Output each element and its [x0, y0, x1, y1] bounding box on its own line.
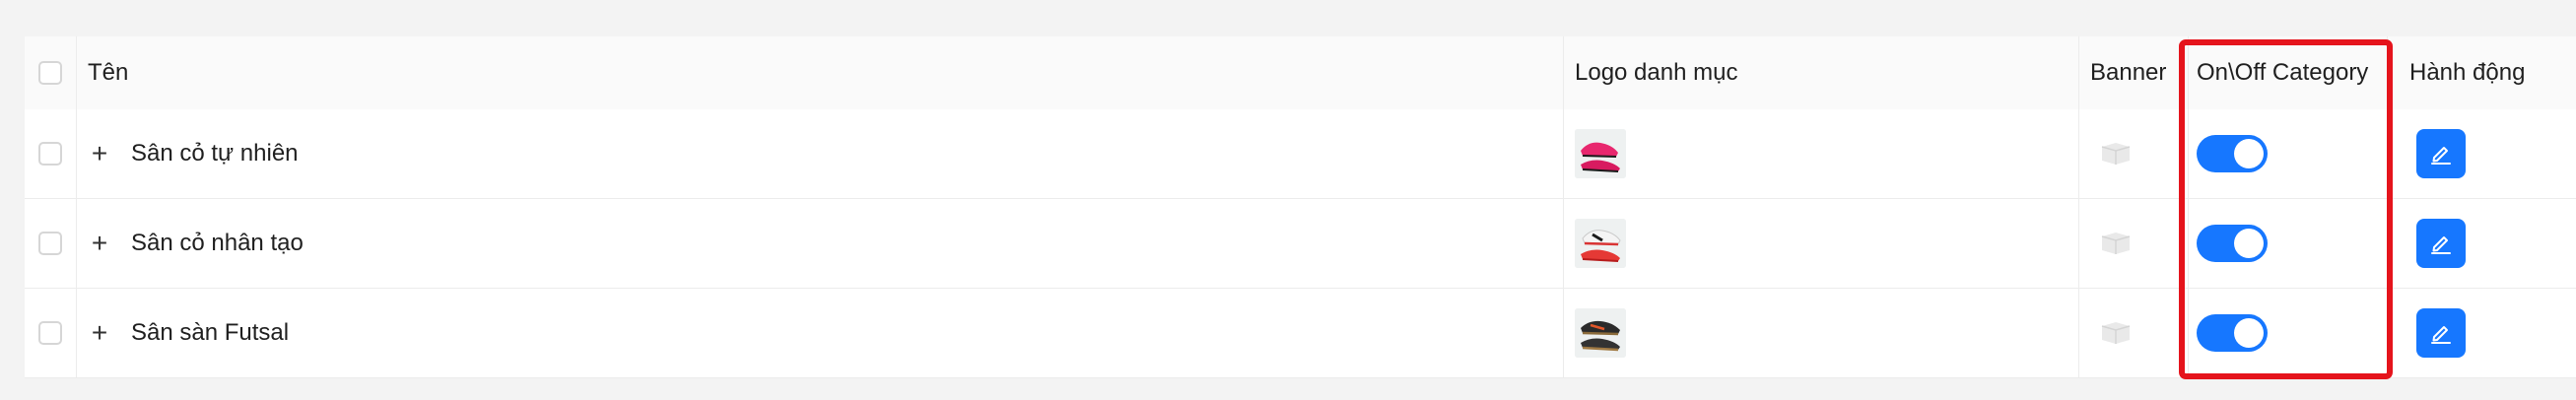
category-name: Sân cỏ nhân tạo — [131, 230, 304, 256]
expand-icon[interactable]: + — [88, 230, 111, 257]
pencil-icon — [2431, 147, 2451, 165]
pink-soccer-cleats-image — [1575, 129, 1626, 178]
row-checkbox[interactable] — [38, 232, 62, 255]
table-row: + Sân cỏ tự nhiên — [25, 109, 2576, 199]
edit-button[interactable] — [2416, 308, 2466, 358]
column-header-actions: Hành động — [2409, 59, 2526, 86]
edit-button[interactable] — [2416, 219, 2466, 268]
column-header-banner: Banner — [2090, 59, 2167, 86]
category-table: Tên Logo danh mục Banner On\Off Category… — [25, 36, 2576, 378]
table-row: + Sân sàn Futsal — [25, 289, 2576, 378]
row-checkbox[interactable] — [38, 321, 62, 345]
category-name: Sân sàn Futsal — [131, 319, 290, 346]
pencil-icon — [2431, 236, 2451, 254]
row-checkbox[interactable] — [38, 142, 62, 166]
white-red-soccer-cleats-image — [1575, 219, 1626, 268]
table-row: + Sân cỏ nhân tạo — [25, 199, 2576, 289]
category-name: Sân cỏ tự nhiên — [131, 140, 299, 167]
placeholder-image-icon — [2098, 141, 2134, 167]
category-toggle[interactable] — [2197, 225, 2268, 262]
column-header-logo: Logo danh mục — [1575, 59, 1738, 86]
edit-button[interactable] — [2416, 129, 2466, 178]
category-toggle[interactable] — [2197, 314, 2268, 352]
table-header: Tên Logo danh mục Banner On\Off Category… — [25, 36, 2576, 110]
placeholder-image-icon — [2098, 320, 2134, 346]
expand-icon[interactable]: + — [88, 319, 111, 347]
column-header-status: On\Off Category — [2197, 59, 2369, 86]
category-toggle[interactable] — [2197, 135, 2268, 172]
placeholder-image-icon — [2098, 231, 2134, 256]
expand-icon[interactable]: + — [88, 140, 111, 167]
column-header-name[interactable]: Tên — [88, 59, 128, 87]
pencil-icon — [2431, 326, 2451, 344]
dark-futsal-shoes-image — [1575, 308, 1626, 358]
select-all-checkbox[interactable] — [38, 61, 62, 85]
